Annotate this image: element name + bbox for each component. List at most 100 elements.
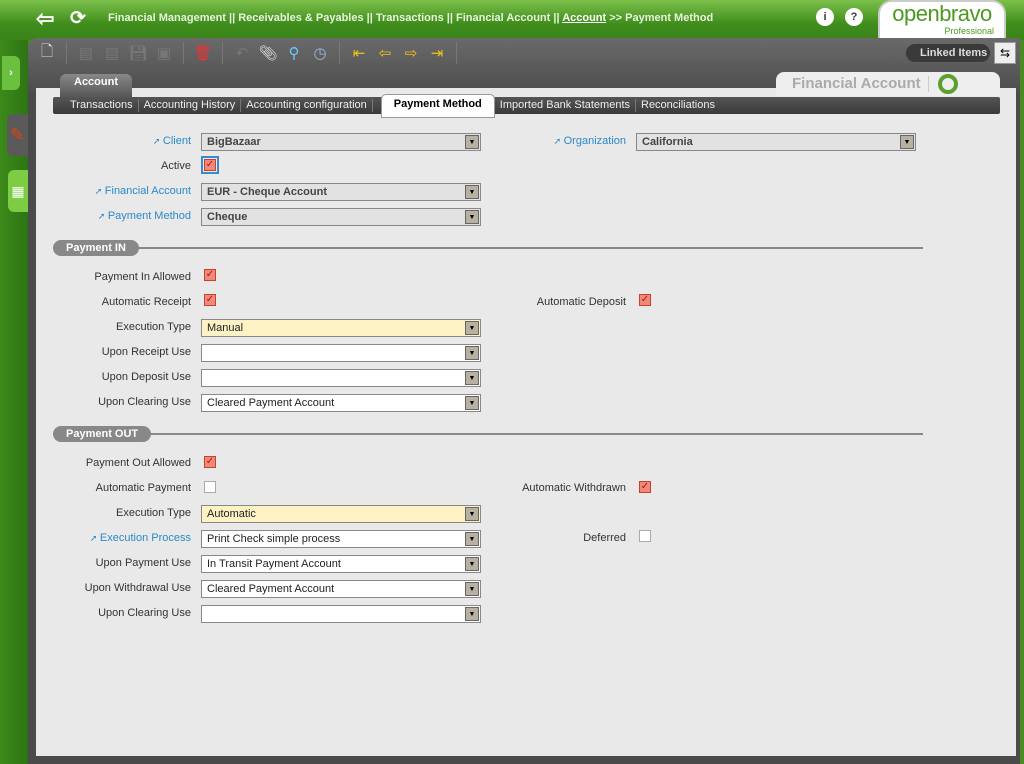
- upon-withdrawal-select[interactable]: Cleared Payment Account ▼: [201, 580, 481, 598]
- payment-method-select[interactable]: Cheque ▼: [201, 208, 481, 226]
- upon-payment-value: In Transit Payment Account: [207, 558, 341, 570]
- left-sidebar: › ✎ ▦: [0, 40, 28, 764]
- dropdown-arrow-icon[interactable]: ▼: [465, 210, 479, 224]
- in-upon-clearing-select[interactable]: Cleared Payment Account ▼: [201, 394, 481, 412]
- undo-icon[interactable]: ↶: [231, 42, 253, 64]
- tab-transactions[interactable]: Transactions: [53, 99, 139, 112]
- window-title-tab: Financial Account: [776, 72, 1000, 96]
- search-icon[interactable]: ⚲: [283, 42, 305, 64]
- help-icon[interactable]: ?: [845, 8, 863, 26]
- tab-strip: Transactions Accounting History Accounti…: [53, 94, 1000, 118]
- payment-in-allowed-checkbox[interactable]: ✓: [204, 269, 216, 281]
- payment-out-allowed-checkbox[interactable]: ✓: [204, 456, 216, 468]
- payment-method-label[interactable]: Payment Method: [31, 210, 191, 222]
- payment-method-value: Cheque: [207, 211, 248, 223]
- dropdown-arrow-icon[interactable]: ▼: [465, 371, 479, 385]
- upon-withdrawal-label: Upon Withdrawal Use: [84, 582, 191, 594]
- execution-process-value: Print Check simple process: [207, 533, 341, 545]
- payment-in-allowed-label: Payment In Allowed: [94, 271, 191, 283]
- upon-receipt-select[interactable]: ▼: [201, 344, 481, 362]
- out-execution-type-select[interactable]: Automatic ▼: [201, 505, 481, 523]
- info-icon[interactable]: i: [816, 8, 834, 26]
- dropdown-arrow-icon[interactable]: ▼: [465, 507, 479, 521]
- out-upon-clearing-label: Upon Clearing Use: [98, 607, 191, 619]
- dropdown-arrow-icon[interactable]: ▼: [465, 607, 479, 621]
- execution-process-select[interactable]: Print Check simple process ▼: [201, 530, 481, 548]
- out-upon-clearing-select[interactable]: ▼: [201, 605, 481, 623]
- new-record-icon[interactable]: 🗋: [36, 42, 58, 64]
- financial-account-select[interactable]: EUR - Cheque Account ▼: [201, 183, 481, 201]
- dropdown-arrow-icon[interactable]: ▼: [465, 346, 479, 360]
- upon-payment-select[interactable]: In Transit Payment Account ▼: [201, 555, 481, 573]
- upon-deposit-select[interactable]: ▼: [201, 369, 481, 387]
- dropdown-arrow-icon[interactable]: ▼: [465, 185, 479, 199]
- last-record-icon[interactable]: ⇥: [426, 42, 448, 64]
- financial-account-label[interactable]: Financial Account: [31, 185, 191, 197]
- automatic-withdrawn-checkbox[interactable]: ✓: [639, 481, 651, 493]
- active-checkbox[interactable]: ✓: [201, 156, 219, 174]
- in-execution-type-label: Execution Type: [115, 321, 191, 333]
- organization-value: California: [642, 136, 693, 148]
- linked-items-icon[interactable]: ⇆: [994, 42, 1016, 64]
- dropdown-arrow-icon[interactable]: ▼: [900, 135, 914, 149]
- attachment-icon[interactable]: 📎︎: [257, 42, 279, 64]
- automatic-deposit-checkbox[interactable]: ✓: [639, 294, 651, 306]
- save-new-record-icon[interactable]: ▤: [101, 42, 123, 64]
- openbravo-logo: openbravo Professional: [878, 0, 1006, 38]
- parent-tab-account[interactable]: Account: [60, 74, 132, 98]
- save-icon[interactable]: 💾︎: [127, 42, 149, 64]
- client-select[interactable]: BigBazaar ▼: [201, 133, 481, 151]
- back-arrow-icon[interactable]: ⇦: [36, 6, 54, 32]
- save-new-icon[interactable]: ▤: [75, 42, 97, 64]
- grid-view-icon[interactable]: ▦: [8, 170, 28, 212]
- dropdown-arrow-icon[interactable]: ▼: [465, 321, 479, 335]
- openbravo-icon: [938, 74, 958, 94]
- organization-label[interactable]: Organization: [466, 135, 626, 147]
- payment-in-title[interactable]: Payment IN: [53, 240, 139, 256]
- execution-process-label[interactable]: Execution Process: [31, 532, 191, 544]
- tab-accounting-configuration[interactable]: Accounting configuration: [241, 99, 373, 112]
- automatic-receipt-checkbox[interactable]: ✓: [204, 294, 216, 306]
- top-bar: ⇦ ⟳ Financial Management || Receivables …: [0, 0, 1024, 40]
- upon-receipt-label: Upon Receipt Use: [101, 346, 191, 358]
- tab-reconciliations[interactable]: Reconciliations: [636, 99, 720, 112]
- upon-payment-label: Upon Payment Use: [95, 557, 191, 569]
- next-record-icon[interactable]: ⇨: [400, 42, 422, 64]
- toolbar: 🗋 ▤ ▤ 💾︎ ▣ 🗑︎ ↶ 📎︎ ⚲ ◷ ⇤ ⇦ ⇨ ⇥: [36, 40, 461, 66]
- upon-deposit-label: Upon Deposit Use: [101, 371, 191, 383]
- organization-select[interactable]: California ▼: [636, 133, 916, 151]
- previous-record-icon[interactable]: ⇦: [374, 42, 396, 64]
- first-record-icon[interactable]: ⇤: [348, 42, 370, 64]
- automatic-withdrawn-label: Automatic Withdrawn: [522, 482, 626, 494]
- breadcrumb-current: >> Payment Method: [606, 12, 714, 24]
- breadcrumb-link-account[interactable]: Account: [562, 12, 606, 24]
- linked-items-button[interactable]: Linked Items: [906, 44, 990, 62]
- automatic-deposit-label: Automatic Deposit: [536, 296, 626, 308]
- client-label[interactable]: Client: [31, 135, 191, 147]
- expand-menu-icon[interactable]: ›: [2, 56, 20, 90]
- payment-out-section[interactable]: Payment OUT: [53, 426, 923, 442]
- dropdown-arrow-icon[interactable]: ▼: [465, 557, 479, 571]
- payment-out-title[interactable]: Payment OUT: [53, 426, 152, 442]
- delete-icon[interactable]: 🗑︎: [192, 42, 214, 64]
- financial-account-value: EUR - Cheque Account: [207, 186, 327, 198]
- payment-in-section[interactable]: Payment IN: [53, 240, 923, 256]
- edit-view-icon[interactable]: ✎: [7, 114, 28, 156]
- tab-imported-bank-statements[interactable]: Imported Bank Statements: [495, 99, 636, 112]
- refresh-icon[interactable]: ⟳: [70, 7, 86, 30]
- in-upon-clearing-label: Upon Clearing Use: [98, 396, 191, 408]
- save-next-icon[interactable]: ▣: [153, 42, 175, 64]
- tab-accounting-history[interactable]: Accounting History: [139, 99, 242, 112]
- in-execution-type-select[interactable]: Manual ▼: [201, 319, 481, 337]
- deferred-checkbox[interactable]: [639, 530, 651, 542]
- dropdown-arrow-icon[interactable]: ▼: [465, 582, 479, 596]
- in-upon-clearing-value: Cleared Payment Account: [207, 397, 335, 409]
- deferred-label: Deferred: [583, 532, 626, 544]
- window-title: Financial Account: [792, 75, 921, 92]
- tab-payment-method[interactable]: Payment Method: [380, 94, 495, 118]
- breadcrumb-path: Financial Management || Receivables & Pa…: [108, 12, 563, 24]
- dropdown-arrow-icon[interactable]: ▼: [465, 396, 479, 410]
- automatic-payment-checkbox[interactable]: [204, 481, 216, 493]
- out-execution-type-label: Execution Type: [115, 507, 191, 519]
- audit-history-icon[interactable]: ◷: [309, 42, 331, 64]
